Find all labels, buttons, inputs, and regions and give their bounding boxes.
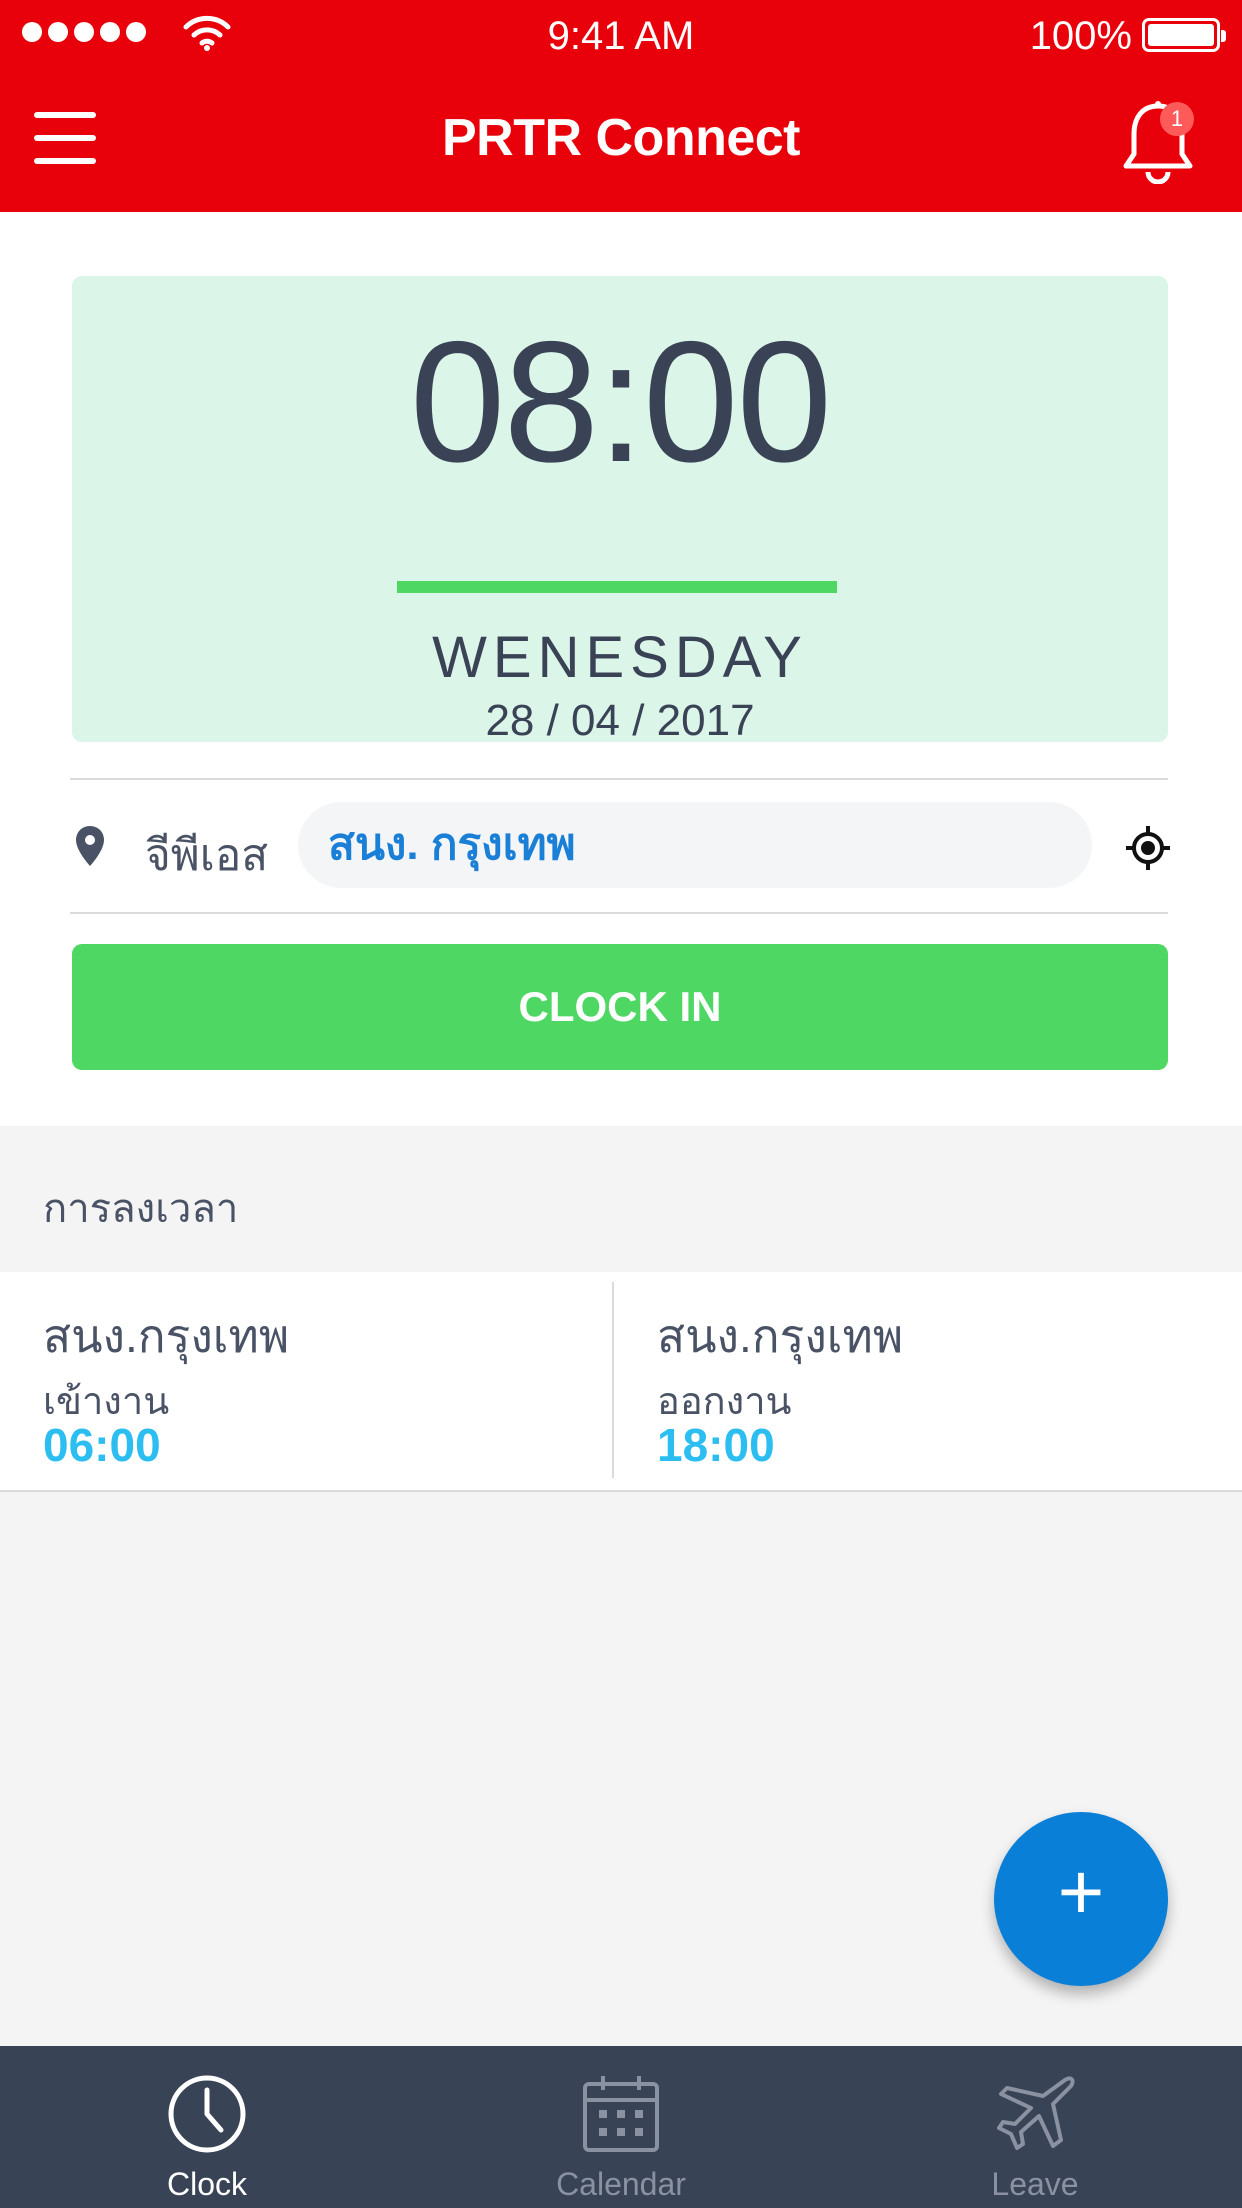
clock-icon — [168, 2075, 246, 2153]
log-entry-check-out[interactable]: สนง.กรุงเทพ ออกงาน 18:00 — [612, 1282, 1224, 1478]
current-date: 28 / 04 / 2017 — [485, 696, 755, 745]
tab-bar: Clock Calendar Leave — [0, 2046, 1242, 2208]
page-title: PRTR Connect — [442, 109, 801, 167]
log-place: สนง.กรุงเทพ — [43, 1310, 290, 1362]
time-log-title: การลงเวลา — [43, 1187, 239, 1231]
notification-badge: 1 — [1160, 102, 1194, 136]
log-time: 18:00 — [657, 1419, 775, 1471]
current-time: 08:00 — [409, 306, 832, 498]
tab-label: Leave — [991, 2166, 1079, 2202]
clock-in-button[interactable]: CLOCK IN — [72, 944, 1168, 1070]
tab-clock[interactable]: Clock — [0, 2046, 414, 2208]
tab-calendar[interactable]: Calendar — [414, 2046, 828, 2208]
add-button[interactable]: + — [994, 1812, 1168, 1986]
time-log-header: การลงเวลา — [0, 1126, 1242, 1272]
gps-label: จีพีเอส — [145, 831, 269, 880]
crosshair-icon[interactable] — [1124, 824, 1172, 872]
location-field[interactable]: สนง. กรุงเทพ — [298, 802, 1092, 888]
clock-panel: 08:00 WENESDAY 28 / 04 / 2017 จีพีเอส สน… — [0, 212, 1242, 1126]
current-day: WENESDAY — [432, 625, 808, 690]
plus-icon: + — [1057, 1847, 1105, 1936]
divider — [70, 778, 1168, 780]
battery-icon — [1142, 18, 1226, 52]
battery-percent: 100% — [1029, 14, 1132, 58]
log-time: 06:00 — [43, 1419, 161, 1471]
log-place: สนง.กรุงเทพ — [657, 1310, 904, 1362]
log-entry-check-in[interactable]: สนง.กรุงเทพ เข้างาน 06:00 — [0, 1272, 612, 1490]
status-bar: 9:41 AM 100% — [0, 0, 1242, 72]
tab-label: Clock — [166, 2166, 247, 2202]
tab-label: Calendar — [556, 2166, 686, 2202]
time-underline — [397, 581, 837, 593]
time-log-row: สนง.กรุงเทพ เข้างาน 06:00 สนง.กรุงเทพ ออ… — [0, 1272, 1242, 1492]
airplane-icon — [997, 2076, 1075, 2150]
app-header: 9:41 AM 100% PRTR Connect 1 — [0, 0, 1242, 212]
divider — [70, 912, 1168, 914]
time-card: 08:00 WENESDAY 28 / 04 / 2017 — [72, 276, 1168, 745]
tab-leave[interactable]: Leave — [828, 2046, 1242, 2208]
map-pin-icon — [76, 826, 104, 866]
calendar-icon — [583, 2076, 659, 2152]
